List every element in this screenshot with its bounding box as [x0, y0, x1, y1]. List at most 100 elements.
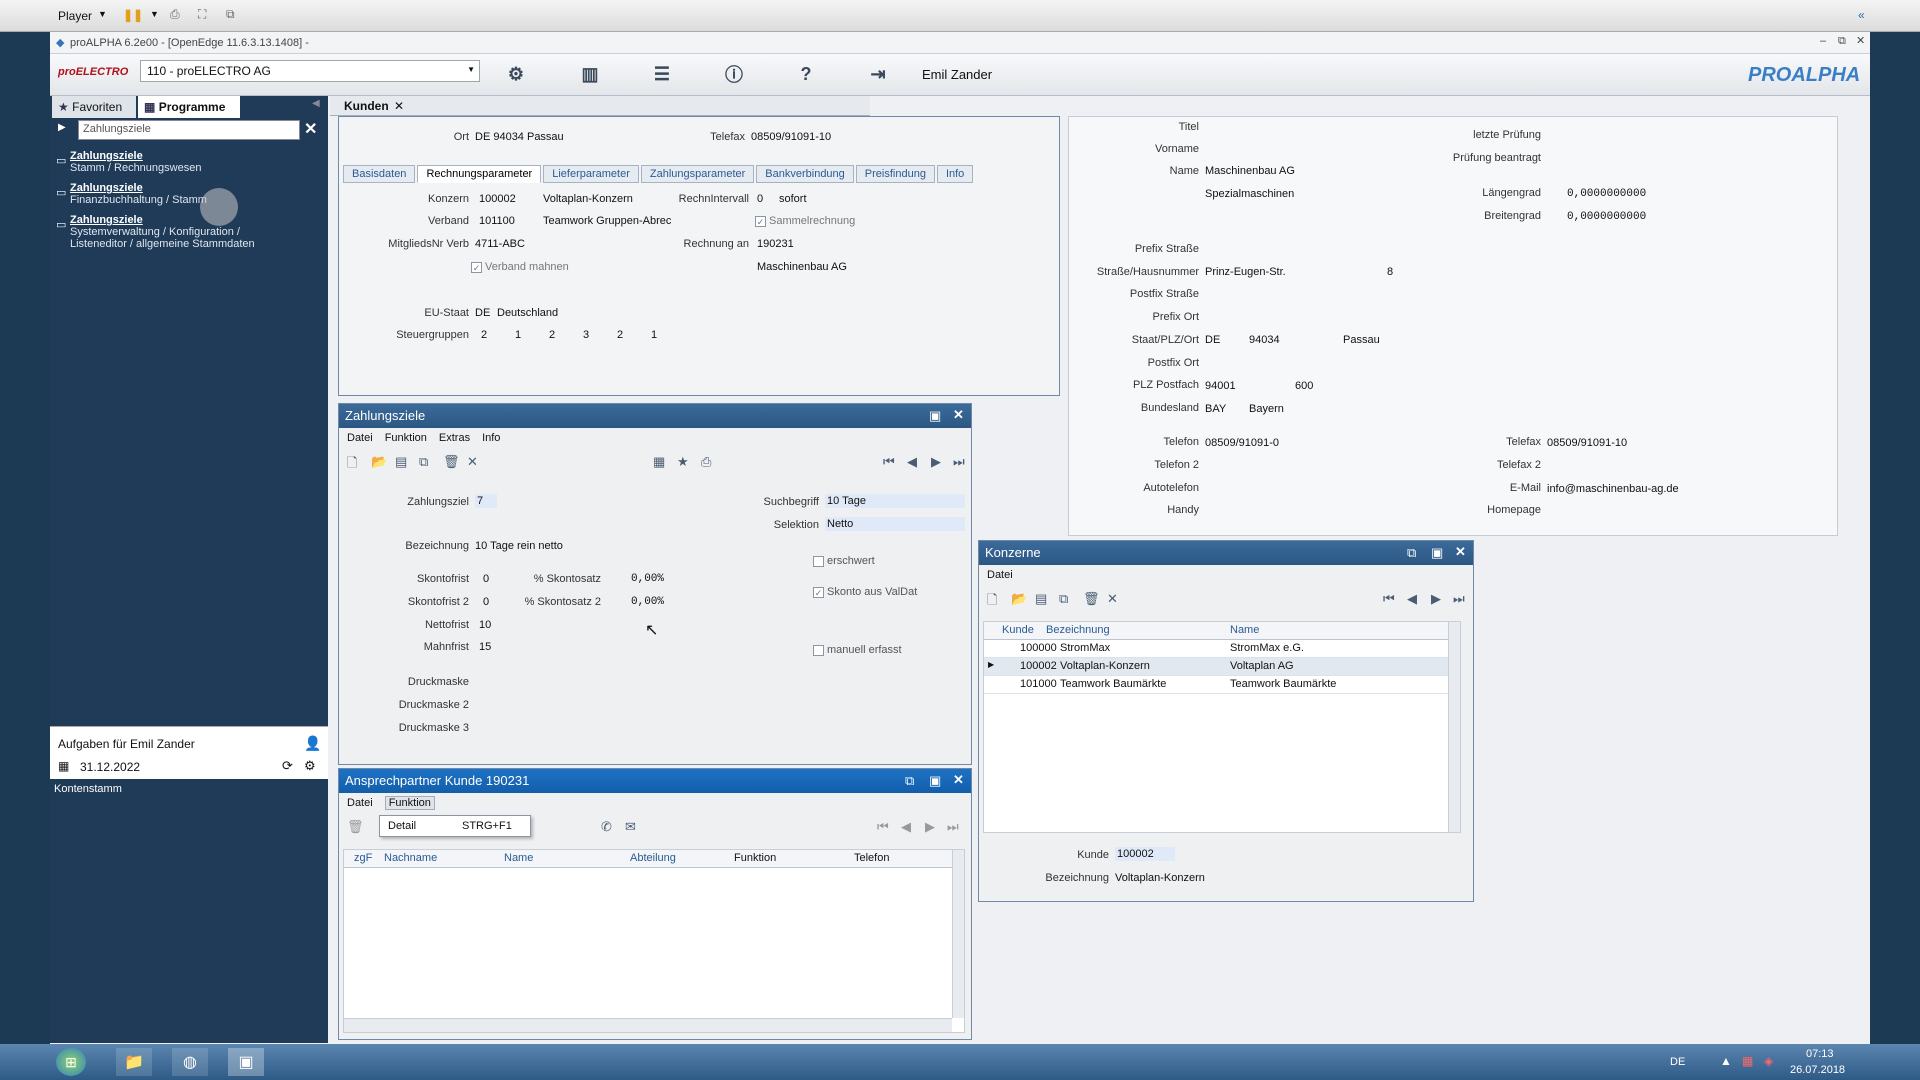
table-row[interactable]: ▶ 100002 Voltaplan-Konzern Voltaplan AG [984, 658, 1450, 676]
save-icon[interactable]: ▤ [1035, 591, 1047, 607]
column-telefon[interactable]: Telefon [854, 852, 889, 864]
mitglied-field[interactable]: 4711-ABC [475, 238, 525, 250]
tab-basisdaten[interactable]: Basisdaten [343, 165, 416, 183]
new-icon[interactable]: 🗋 [347, 454, 357, 476]
tree-item-zahlungsziele-3[interactable]: ▭ Zahlungsziele Systemverwaltung / Konfi… [56, 214, 326, 250]
copy-icon[interactable]: ⧉ [419, 454, 428, 470]
name-value[interactable]: Maschinenbau AG [1205, 165, 1295, 177]
first-record-icon[interactable]: ⏮ [883, 454, 895, 470]
help-icon[interactable]: ? [792, 60, 820, 88]
minimize-icon[interactable]: – [1820, 35, 1826, 47]
ort-field[interactable]: Passau [1343, 334, 1380, 346]
verband-id-field[interactable]: 101100 [479, 215, 515, 227]
company-select[interactable]: 110 - proELECTRO AG ▼ [140, 60, 480, 82]
steuergruppe-field[interactable]: 3 [583, 329, 589, 341]
close-icon[interactable]: ✕ [1856, 34, 1865, 47]
prev-record-icon[interactable]: ◀ [907, 454, 917, 470]
telefax-field[interactable]: 08509/91091-10 [1547, 437, 1627, 449]
tab-zahlungsparameter[interactable]: Zahlungsparameter [640, 165, 755, 183]
restore-icon[interactable]: ⧉ [1407, 545, 1416, 561]
last-record-icon[interactable]: ⏭ [947, 819, 959, 835]
program-search-input[interactable]: Zahlungsziele [78, 120, 300, 140]
tray-icon[interactable]: ▲ [1720, 1054, 1732, 1068]
eu-staat-field[interactable]: DE [475, 307, 490, 319]
delete-icon[interactable]: 🗑 [1083, 591, 1100, 607]
chevron-down-icon[interactable]: ▼ [467, 65, 475, 74]
column-bezeichnung[interactable]: Bezeichnung [1046, 624, 1110, 636]
fullscreen-icon[interactable]: ⛶ [198, 7, 206, 22]
tab-preisfindung[interactable]: Preisfindung [855, 165, 935, 183]
first-record-icon[interactable]: ⏮ [1383, 591, 1395, 607]
skonto-valdat-checkbox[interactable]: ✓ Skonto aus ValDat [813, 586, 917, 598]
mail-icon[interactable]: ✉ [625, 819, 636, 835]
favorite-icon[interactable]: ★ [677, 454, 689, 470]
tab-programme[interactable]: ▦ Programme [138, 96, 240, 118]
manuell-checkbox[interactable]: manuell erfasst [813, 644, 902, 656]
nettofrist-field[interactable]: 10 [479, 619, 491, 631]
copy-icon[interactable]: ⧉ [1059, 591, 1068, 607]
language-indicator[interactable]: DE [1670, 1056, 1685, 1068]
column-name[interactable]: Name [1230, 624, 1259, 636]
column-abteilung[interactable]: Abteilung [630, 852, 676, 864]
clear-search-icon[interactable]: ✕ [304, 119, 317, 139]
expand-icon[interactable]: ▶ [58, 122, 66, 133]
first-record-icon[interactable]: ⏮ [877, 819, 889, 835]
plz-field[interactable]: 94034 [1249, 334, 1280, 346]
menu-info[interactable]: Info [482, 432, 500, 444]
next-record-icon[interactable]: ▶ [931, 454, 941, 470]
verband-mahnen-checkbox[interactable]: ✓ Verband mahnen [471, 261, 569, 273]
selektion-field[interactable]: Netto [825, 517, 965, 531]
unity-icon[interactable]: ⧉ [226, 7, 235, 22]
table-icon[interactable]: ▦ [653, 454, 665, 470]
menu-datei[interactable]: Datei [347, 797, 373, 809]
tab-info[interactable]: Info [936, 165, 974, 183]
skontosatz2-field[interactable]: 0,00% [631, 596, 664, 608]
panel-layout-icon[interactable]: ▥ [576, 60, 604, 88]
collapse-panel-icon[interactable]: ◀ [312, 98, 320, 109]
phone-icon[interactable]: ✆ [601, 819, 612, 835]
tab-rechnungsparameter[interactable]: Rechnungsparameter [417, 165, 542, 183]
steuergruppe-field[interactable]: 2 [549, 329, 555, 341]
kunde-field[interactable]: 100002 [1115, 847, 1175, 861]
send-keys-icon[interactable]: ⎙ [170, 7, 180, 22]
close-tab-icon[interactable]: ✕ [394, 99, 404, 113]
skontosatz-field[interactable]: 0,00% [631, 573, 664, 585]
maximize-icon[interactable]: ▣ [929, 408, 941, 424]
postfach-field[interactable]: 600 [1295, 380, 1313, 392]
next-record-icon[interactable]: ▶ [1431, 591, 1441, 607]
sammelrechnung-checkbox[interactable]: ✓ Sammelrechnung [755, 215, 855, 227]
next-record-icon[interactable]: ▶ [925, 819, 935, 835]
tab-kunden[interactable]: Kunden [344, 99, 389, 113]
vertical-scrollbar[interactable] [952, 850, 964, 1018]
rechnung-an-field[interactable]: 190231 [757, 238, 794, 250]
zahlungsziel-field[interactable]: 7 [475, 494, 497, 508]
menu-item-detail[interactable]: Detail [388, 820, 416, 832]
restore-icon[interactable]: ⧉ [1838, 35, 1846, 48]
breitengrad-value[interactable]: 0,0000000000 [1567, 211, 1646, 223]
save-icon[interactable]: ▤ [395, 454, 407, 470]
close-icon[interactable]: ✕ [1455, 544, 1466, 560]
close-icon[interactable]: ✕ [953, 407, 964, 423]
vertical-scrollbar[interactable] [1448, 622, 1460, 832]
print-icon[interactable]: ⎙ [701, 454, 711, 470]
proalpha-app-icon[interactable]: ▣ [228, 1048, 264, 1076]
menu-extras[interactable]: Extras [439, 432, 470, 444]
steuergruppe-field[interactable]: 1 [515, 329, 521, 341]
suchbegriff-field[interactable]: 10 Tage [825, 494, 965, 508]
tree-item-zahlungsziele-2[interactable]: ▭ Zahlungsziele Finanzbuchhaltung / Stam… [56, 182, 326, 206]
task-item[interactable]: Kontenstamm [54, 783, 122, 795]
table-row[interactable]: 101000 Teamwork Baumärkte Teamwork Baumä… [984, 676, 1450, 694]
steuergruppe-field[interactable]: 2 [481, 329, 487, 341]
last-record-icon[interactable]: ⏭ [1453, 591, 1465, 607]
volume-icon[interactable]: ◈ [1764, 1054, 1773, 1068]
calendar-icon[interactable]: ▦ [58, 759, 69, 773]
network-icon[interactable]: ▦ [1742, 1054, 1753, 1068]
cancel-icon[interactable]: ✕ [1107, 591, 1118, 607]
steuergruppe-field[interactable]: 1 [651, 329, 657, 341]
collapse-icon[interactable]: « [1858, 8, 1865, 22]
tree-item-zahlungsziele-1[interactable]: ▭ Zahlungsziele Stamm / Rechnungswesen [56, 150, 326, 174]
tab-bankverbindung[interactable]: Bankverbindung [756, 165, 854, 183]
info-icon[interactable]: ⓘ [720, 60, 748, 88]
erschwert-checkbox[interactable]: erschwert [813, 555, 875, 567]
laengengrad-value[interactable]: 0,0000000000 [1567, 188, 1646, 200]
